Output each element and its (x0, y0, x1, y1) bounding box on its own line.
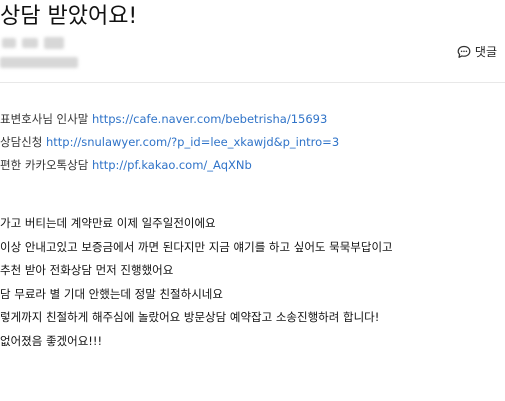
header-divider (0, 82, 505, 83)
speech-bubble-icon (457, 45, 471, 58)
author-info: 댓글 (0, 34, 505, 74)
author-avatar-blurred (2, 38, 16, 48)
link-label: 표변호사님 인사말 (0, 112, 92, 126)
comment-button-label: 댓글 (474, 45, 497, 59)
link-line: 편한 카카오톡상담 http://pf.kakao.com/_AqXNb (0, 154, 339, 177)
post-date-blurred (0, 57, 78, 68)
link-list: 표변호사님 인사말 https://cafe.naver.com/bebetri… (0, 108, 339, 177)
body-line: 렇게까지 친절하게 해주심에 놀랐어요 방문상담 예약잡고 소송진행하려 합니다… (0, 310, 380, 324)
link-label: 편한 카카오톡상담 (0, 158, 92, 172)
body-line: 없어졌음 좋겠어요!!! (0, 333, 103, 348)
link-url[interactable]: http://snulawyer.com/?p_id=lee_xkawjd&p_… (46, 135, 339, 149)
link-label: 상담신청 (0, 135, 46, 149)
link-line: 상담신청 http://snulawyer.com/?p_id=lee_xkaw… (0, 131, 339, 154)
link-url[interactable]: http://pf.kakao.com/_AqXNb (92, 158, 252, 172)
link-line: 표변호사님 인사말 https://cafe.naver.com/bebetri… (0, 108, 339, 131)
body-line: 추천 받아 전화상담 먼저 진행했어요 (0, 263, 174, 277)
post-page: 상담 받았어요! 댓글 표변호사님 인사말 https://cafe.naver… (0, 0, 505, 401)
comment-button[interactable]: 댓글 (457, 43, 497, 60)
link-url[interactable]: https://cafe.naver.com/bebetrisha/15693 (92, 112, 327, 126)
author-name-blurred (22, 38, 38, 48)
author-grade-blurred (44, 37, 64, 49)
body-line: 가고 버티는데 계약만료 이제 일주일전이에요 (0, 216, 216, 230)
post-body: 가고 버티는데 계약만료 이제 일주일전이에요 이상 안내고있고 보증금에서 까… (0, 212, 393, 353)
post-title: 상담 받았어요! (0, 4, 138, 29)
body-line: 이상 안내고있고 보증금에서 까면 된다지만 지금 얘기를 하고 싶어도 묵묵부… (0, 239, 393, 254)
body-line: 담 무료라 별 기대 안했는데 정말 친절하시네요 (0, 286, 223, 301)
